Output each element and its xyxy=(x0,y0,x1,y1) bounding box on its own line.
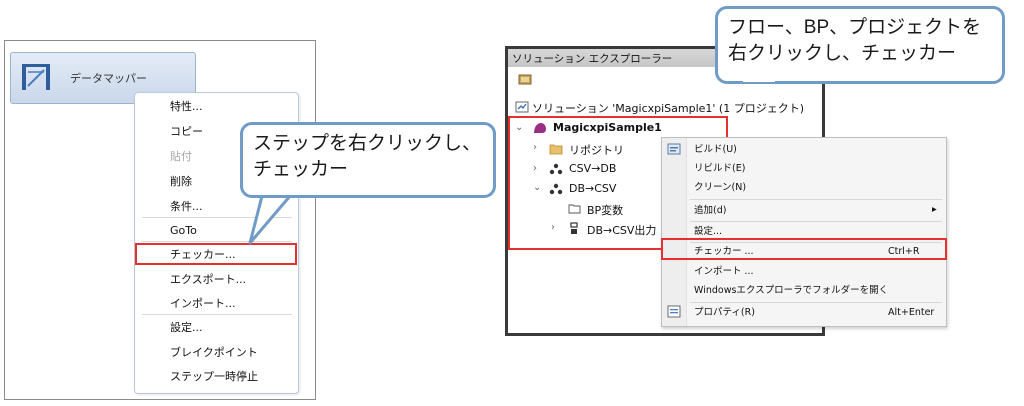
callout-right: フロー、BP、プロジェクトを 右クリックし、チェッカー xyxy=(715,6,1005,84)
menu-separator xyxy=(142,241,292,242)
menu-item-rebuild[interactable]: リビルド(E) xyxy=(694,163,745,175)
menu-separator xyxy=(142,314,292,315)
menu-item-settings[interactable]: 設定... xyxy=(694,226,722,238)
menu-item-build[interactable]: ビルド(U) xyxy=(694,144,737,156)
callout-left-line2: チェッカー xyxy=(253,159,349,180)
build-icon xyxy=(667,143,681,155)
menu-item-copy[interactable]: コピー xyxy=(170,125,203,139)
menu-separator xyxy=(142,217,292,218)
menu-item-breakpoint[interactable]: ブレイクポイント xyxy=(170,346,258,360)
tree-solution-node[interactable]: ソリューション 'MagicxpiSample1' (1 プロジェクト) xyxy=(532,100,804,116)
menu-item-clean[interactable]: クリーン(N) xyxy=(694,182,746,194)
step-label: データマッパー xyxy=(70,72,147,85)
properties-shortcut: Alt+Enter xyxy=(888,307,935,318)
callout-left-line1: ステップを右クリックし、 xyxy=(253,133,482,154)
menu-item-export[interactable]: エクスポート... xyxy=(170,273,246,287)
checker-highlight-box xyxy=(135,243,297,265)
submenu-arrow-icon: ▸ xyxy=(932,204,937,215)
menu-item-settings[interactable]: 設定... xyxy=(170,321,203,335)
menu-item-delete[interactable]: 削除 xyxy=(170,175,192,189)
properties-icon xyxy=(667,305,681,318)
callout-left-pointer-cover xyxy=(260,188,288,195)
solution-explorer-title: ソリューション エクスプローラー xyxy=(512,53,673,65)
home-icon[interactable] xyxy=(518,72,532,86)
menu-item-import[interactable]: インポート... xyxy=(170,297,236,311)
menu-item-properties[interactable]: プロパティ(R) xyxy=(694,307,755,319)
callout-right-pointer-cover xyxy=(743,76,775,82)
menu-item-import[interactable]: インポート ... xyxy=(694,266,754,278)
callout-right-line1: フロー、BP、プロジェクトを xyxy=(728,17,982,38)
data-mapper-icon xyxy=(22,64,50,90)
menu-item-paste[interactable]: 貼付 xyxy=(170,150,192,164)
solution-icon xyxy=(515,101,529,113)
menu-separator xyxy=(690,221,942,222)
checker-highlight-box xyxy=(661,238,947,260)
menu-item-add[interactable]: 追加(d) xyxy=(694,205,726,217)
menu-item-goto[interactable]: GoTo xyxy=(170,224,197,238)
menu-item-condition[interactable]: 条件... xyxy=(170,200,203,214)
callout-left: ステップを右クリックし、 チェッカー xyxy=(240,122,496,198)
menu-separator xyxy=(690,199,942,200)
menu-item-properties[interactable]: 特性... xyxy=(170,100,203,114)
menu-icon-gutter xyxy=(662,138,687,326)
menu-item-step-pause[interactable]: ステップ一時停止 xyxy=(170,370,258,384)
callout-right-line2: 右クリックし、チェッカー xyxy=(728,43,957,64)
menu-item-open-folder[interactable]: Windowsエクスプローラでフォルダーを開く xyxy=(694,285,888,297)
menu-separator xyxy=(690,302,942,303)
